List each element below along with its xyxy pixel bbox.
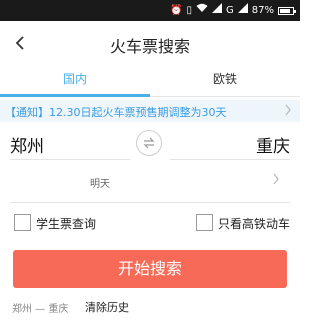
swap-stations-button[interactable] (136, 130, 162, 156)
high-speed-only-label[interactable]: 只看高铁动车 (218, 215, 290, 232)
battery-fill (280, 8, 291, 13)
status-bar: ⏰ ▯ G 87% (0, 0, 300, 21)
nav-bar: 火车票搜索 (0, 21, 300, 65)
tab-indicator (0, 94, 150, 97)
from-station[interactable]: 郑州 (10, 132, 44, 157)
signal-icon (212, 3, 223, 18)
high-speed-only-checkbox[interactable] (196, 214, 213, 231)
date-value: 明天 (90, 179, 110, 190)
battery-percent: 87% (251, 5, 274, 16)
to-station[interactable]: 重庆 (256, 132, 290, 157)
network-type: G (226, 5, 234, 16)
student-ticket-checkbox[interactable] (14, 214, 31, 231)
notice-banner[interactable]: 【通知】12.30日起火车票预售期调整为30天 (0, 100, 300, 122)
alarm-icon: ⏰ (170, 5, 183, 16)
student-ticket-label[interactable]: 学生票查询 (36, 215, 96, 232)
vibrate-icon: ▯ (186, 5, 193, 16)
battery-icon (278, 6, 296, 15)
tab-bar: 国内 欧铁 (0, 65, 300, 97)
notice-text: 【通知】12.30日起火车票预售期调整为30天 (5, 106, 227, 119)
tab-europe-rail[interactable]: 欧铁 (150, 65, 300, 97)
wifi-icon (196, 3, 208, 18)
tab-domestic[interactable]: 国内 (0, 65, 150, 97)
status-icons: ⏰ ▯ G 87% (170, 3, 296, 18)
start-search-button[interactable]: 开始搜索 (13, 250, 287, 288)
divider (10, 202, 290, 203)
page-title: 火车票搜索 (109, 37, 190, 56)
chevron-right-icon (273, 173, 279, 185)
search-history-item[interactable]: 郑州 — 重庆 (12, 300, 68, 315)
swap-icon (143, 137, 155, 149)
date-selector[interactable]: 明天 (0, 160, 300, 200)
clear-history-button[interactable]: 清除历史 (85, 299, 129, 315)
signal-icon-2 (237, 3, 248, 18)
chevron-right-icon (285, 104, 291, 116)
